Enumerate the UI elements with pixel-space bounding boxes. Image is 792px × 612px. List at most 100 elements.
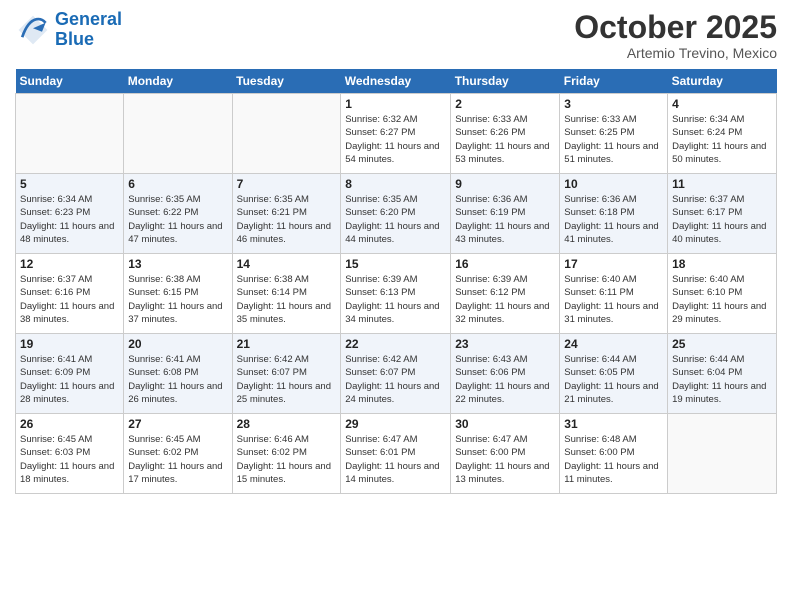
daylight-text: Daylight: 11 hours and 43 minutes. (455, 220, 555, 247)
day-info: Sunrise: 6:33 AMSunset: 6:26 PMDaylight:… (455, 113, 555, 166)
day-info: Sunrise: 6:39 AMSunset: 6:13 PMDaylight:… (345, 273, 446, 326)
day-info: Sunrise: 6:33 AMSunset: 6:25 PMDaylight:… (564, 113, 663, 166)
day-number: 27 (128, 417, 227, 431)
calendar-cell: 8Sunrise: 6:35 AMSunset: 6:20 PMDaylight… (341, 174, 451, 254)
day-number: 11 (672, 177, 772, 191)
logo-text: General Blue (55, 10, 122, 50)
day-number: 15 (345, 257, 446, 271)
sunset-text: Sunset: 6:18 PM (564, 206, 663, 219)
day-number: 16 (455, 257, 555, 271)
sunset-text: Sunset: 6:02 PM (128, 446, 227, 459)
sunrise-text: Sunrise: 6:42 AM (237, 353, 337, 366)
day-info: Sunrise: 6:37 AMSunset: 6:16 PMDaylight:… (20, 273, 119, 326)
day-number: 30 (455, 417, 555, 431)
day-number: 21 (237, 337, 337, 351)
day-info: Sunrise: 6:34 AMSunset: 6:23 PMDaylight:… (20, 193, 119, 246)
day-info: Sunrise: 6:44 AMSunset: 6:04 PMDaylight:… (672, 353, 772, 406)
sunrise-text: Sunrise: 6:37 AM (672, 193, 772, 206)
weekday-header-friday: Friday (560, 69, 668, 94)
calendar-cell: 11Sunrise: 6:37 AMSunset: 6:17 PMDayligh… (668, 174, 777, 254)
day-info: Sunrise: 6:40 AMSunset: 6:11 PMDaylight:… (564, 273, 663, 326)
day-info: Sunrise: 6:34 AMSunset: 6:24 PMDaylight:… (672, 113, 772, 166)
day-number: 2 (455, 97, 555, 111)
sunrise-text: Sunrise: 6:39 AM (345, 273, 446, 286)
daylight-text: Daylight: 11 hours and 48 minutes. (20, 220, 119, 247)
sunset-text: Sunset: 6:07 PM (345, 366, 446, 379)
logo: General Blue (15, 10, 122, 50)
day-info: Sunrise: 6:36 AMSunset: 6:19 PMDaylight:… (455, 193, 555, 246)
sunrise-text: Sunrise: 6:47 AM (345, 433, 446, 446)
daylight-text: Daylight: 11 hours and 13 minutes. (455, 460, 555, 487)
day-number: 29 (345, 417, 446, 431)
weekday-header-tuesday: Tuesday (232, 69, 341, 94)
day-info: Sunrise: 6:38 AMSunset: 6:14 PMDaylight:… (237, 273, 337, 326)
daylight-text: Daylight: 11 hours and 26 minutes. (128, 380, 227, 407)
day-info: Sunrise: 6:35 AMSunset: 6:20 PMDaylight:… (345, 193, 446, 246)
sunrise-text: Sunrise: 6:41 AM (128, 353, 227, 366)
calendar-cell: 13Sunrise: 6:38 AMSunset: 6:15 PMDayligh… (124, 254, 232, 334)
sunset-text: Sunset: 6:06 PM (455, 366, 555, 379)
sunrise-text: Sunrise: 6:44 AM (564, 353, 663, 366)
sunrise-text: Sunrise: 6:46 AM (237, 433, 337, 446)
calendar-cell: 14Sunrise: 6:38 AMSunset: 6:14 PMDayligh… (232, 254, 341, 334)
sunrise-text: Sunrise: 6:47 AM (455, 433, 555, 446)
day-info: Sunrise: 6:42 AMSunset: 6:07 PMDaylight:… (345, 353, 446, 406)
day-info: Sunrise: 6:36 AMSunset: 6:18 PMDaylight:… (564, 193, 663, 246)
daylight-text: Daylight: 11 hours and 35 minutes. (237, 300, 337, 327)
daylight-text: Daylight: 11 hours and 50 minutes. (672, 140, 772, 167)
sunrise-text: Sunrise: 6:35 AM (128, 193, 227, 206)
daylight-text: Daylight: 11 hours and 47 minutes. (128, 220, 227, 247)
calendar-cell (16, 94, 124, 174)
sunset-text: Sunset: 6:14 PM (237, 286, 337, 299)
calendar-cell: 18Sunrise: 6:40 AMSunset: 6:10 PMDayligh… (668, 254, 777, 334)
sunset-text: Sunset: 6:01 PM (345, 446, 446, 459)
day-number: 25 (672, 337, 772, 351)
sunset-text: Sunset: 6:27 PM (345, 126, 446, 139)
calendar-cell: 6 Sunrise: 6:35 AMSunset: 6:22 PMDaylight… (124, 174, 232, 254)
sunrise-text: Sunrise: 6:33 AM (564, 113, 663, 126)
sunset-text: Sunset: 6:10 PM (672, 286, 772, 299)
day-number: 1 (345, 97, 446, 111)
month-title: October 2025 (574, 10, 777, 45)
sunset-text: Sunset: 6:25 PM (564, 126, 663, 139)
sunset-text: Sunset: 6:05 PM (564, 366, 663, 379)
daylight-text: Daylight: 11 hours and 38 minutes. (20, 300, 119, 327)
sunset-text: Sunset: 6:23 PM (20, 206, 119, 219)
sunrise-text: Sunrise: 6:33 AM (455, 113, 555, 126)
sunrise-text: Sunrise: 6:44 AM (672, 353, 772, 366)
sunset-text: Sunset: 6:22 PM (128, 206, 227, 219)
day-number: 6 (128, 177, 227, 191)
day-number: 24 (564, 337, 663, 351)
day-info: Sunrise: 6:45 AMSunset: 6:02 PMDaylight:… (128, 433, 227, 486)
logo-icon (15, 12, 51, 48)
day-info: Sunrise: 6:35 AMSunset: 6:21 PMDaylight:… (237, 193, 337, 246)
day-number: 12 (20, 257, 119, 271)
daylight-text: Daylight: 11 hours and 40 minutes. (672, 220, 772, 247)
sunset-text: Sunset: 6:04 PM (672, 366, 772, 379)
sunset-text: Sunset: 6:08 PM (128, 366, 227, 379)
sunrise-text: Sunrise: 6:42 AM (345, 353, 446, 366)
logo-line1: General (55, 9, 122, 29)
day-number: 17 (564, 257, 663, 271)
daylight-text: Daylight: 11 hours and 24 minutes. (345, 380, 446, 407)
daylight-text: Daylight: 11 hours and 29 minutes. (672, 300, 772, 327)
daylight-text: Daylight: 11 hours and 21 minutes. (564, 380, 663, 407)
calendar-cell: 28Sunrise: 6:46 AMSunset: 6:02 PMDayligh… (232, 414, 341, 494)
daylight-text: Daylight: 11 hours and 51 minutes. (564, 140, 663, 167)
title-block: October 2025 Artemio Trevino, Mexico (574, 10, 777, 61)
sunset-text: Sunset: 6:20 PM (345, 206, 446, 219)
calendar-cell: 29Sunrise: 6:47 AMSunset: 6:01 PMDayligh… (341, 414, 451, 494)
sunrise-text: Sunrise: 6:40 AM (564, 273, 663, 286)
daylight-text: Daylight: 11 hours and 46 minutes. (237, 220, 337, 247)
sunrise-text: Sunrise: 6:41 AM (20, 353, 119, 366)
weekday-header-wednesday: Wednesday (341, 69, 451, 94)
day-number: 26 (20, 417, 119, 431)
sunrise-text: Sunrise: 6:48 AM (564, 433, 663, 446)
sunrise-text: Sunrise: 6:39 AM (455, 273, 555, 286)
calendar-cell: 30 Sunrise: 6:47 AMSunset: 6:00 PMDayligh… (451, 414, 560, 494)
sunset-text: Sunset: 6:02 PM (237, 446, 337, 459)
calendar-cell: 12 Sunrise: 6:37 AMSunset: 6:16 PMDayligh… (16, 254, 124, 334)
calendar-cell: 9Sunrise: 6:36 AMSunset: 6:19 PMDaylight… (451, 174, 560, 254)
sunset-text: Sunset: 6:00 PM (455, 446, 555, 459)
daylight-text: Daylight: 11 hours and 44 minutes. (345, 220, 446, 247)
